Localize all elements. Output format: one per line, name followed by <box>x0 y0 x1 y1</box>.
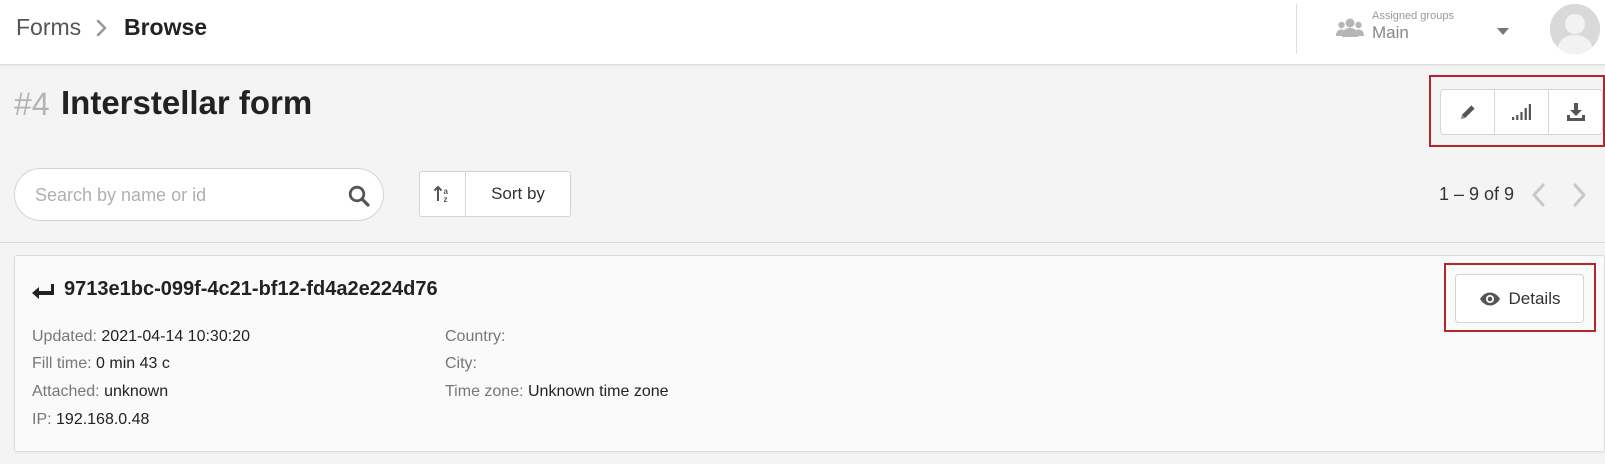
svg-text:z: z <box>443 195 447 204</box>
user-silhouette-icon <box>1550 4 1600 54</box>
search-input[interactable] <box>35 183 325 207</box>
page-title: Interstellar form <box>61 84 313 121</box>
field-label: Fill time: <box>32 355 92 372</box>
pagination-range: 1 – 9 of 9 <box>1439 184 1515 204</box>
sort-direction-button[interactable]: a z <box>420 172 466 216</box>
field-value: unknown <box>104 383 169 400</box>
signal-bars-icon <box>1511 104 1531 120</box>
field-value: 0 min 43 c <box>96 355 170 372</box>
breadcrumb-forms-link[interactable]: Forms <box>16 14 81 41</box>
field-label: Updated: <box>32 328 97 345</box>
top-bar: Forms Browse Assigned groups Main <box>0 0 1605 65</box>
breadcrumb-current: Browse <box>124 14 208 40</box>
form-number: #4 <box>14 86 50 122</box>
field-value: 2021-04-14 10:30:20 <box>101 328 250 345</box>
field-attached: Attached: unknown <box>32 383 168 401</box>
field-label: City: <box>445 355 477 372</box>
search-box <box>14 168 384 221</box>
assigned-groups-select[interactable]: Main <box>1372 23 1409 43</box>
field-label: IP: <box>32 411 52 428</box>
submission-card: 9713e1bc-099f-4c21-bf12-fd4a2e224d76 Det… <box>14 255 1605 452</box>
sort-alpha-icon: a z <box>433 185 448 204</box>
statistics-button[interactable] <box>1495 90 1549 134</box>
field-updated: Updated: 2021-04-14 10:30:20 <box>32 328 250 346</box>
field-ip: IP: 192.168.0.48 <box>32 411 149 429</box>
sort-by-button[interactable]: Sort by <box>466 172 570 216</box>
field-label: Time zone: <box>445 383 524 400</box>
chevron-right-icon[interactable] <box>1568 180 1590 210</box>
search-icon[interactable] <box>348 185 370 207</box>
download-icon <box>1566 103 1585 121</box>
field-value: Unknown time zone <box>528 383 669 400</box>
field-fill-time: Fill time: 0 min 43 c <box>32 355 170 373</box>
assigned-groups-caption: Assigned groups <box>1372 10 1454 22</box>
top-divider <box>1296 4 1297 54</box>
form-toolbar <box>1440 89 1603 135</box>
field-time-zone: Time zone: Unknown time zone <box>445 383 669 401</box>
users-icon[interactable] <box>1336 17 1364 39</box>
field-label: Attached: <box>32 383 100 400</box>
field-value: 192.168.0.48 <box>56 411 150 428</box>
field-country: Country: <box>445 328 505 346</box>
chevron-right-icon <box>96 19 107 37</box>
download-button[interactable] <box>1549 90 1602 134</box>
pencil-icon <box>1460 105 1475 119</box>
avatar[interactable] <box>1550 4 1600 54</box>
field-label: Country: <box>445 328 506 345</box>
sort-control: a z Sort by <box>419 171 571 217</box>
section-divider <box>0 242 1605 243</box>
return-arrow-icon <box>32 284 54 299</box>
field-city: City: <box>445 355 477 373</box>
details-highlight-box <box>1444 263 1596 332</box>
edit-button[interactable] <box>1441 90 1495 134</box>
submission-id: 9713e1bc-099f-4c21-bf12-fd4a2e224d76 <box>64 278 438 300</box>
chevron-left-icon[interactable] <box>1528 180 1550 210</box>
caret-down-icon[interactable] <box>1497 28 1509 35</box>
